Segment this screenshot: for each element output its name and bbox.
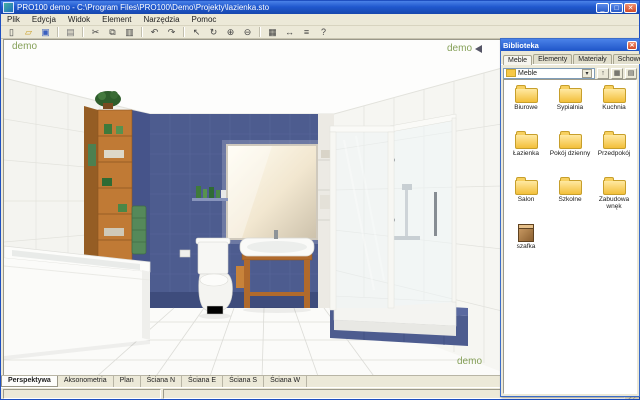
library-title: Biblioteka [503,41,627,50]
tab-sciana-e[interactable]: Ściana E [182,376,223,387]
dropdown-value: Meble [518,70,580,77]
library-folder-salon[interactable]: Salon [504,176,548,222]
folder-icon [603,134,626,149]
demo-watermark: demo [12,41,37,52]
cut-icon[interactable]: ✂ [88,26,103,39]
tab-sciana-w[interactable]: Ściana W [264,376,307,387]
library-folder-zabudowa-wnek[interactable]: Zabudowa wnęk [592,176,636,222]
tab-aksonometria[interactable]: Aksonometria [58,376,114,387]
zoom-out-icon[interactable]: ⊖ [240,26,255,39]
app-icon [3,2,14,13]
new-file-icon[interactable]: ▯ [4,26,19,39]
mirror[interactable] [222,140,322,244]
menu-narzedzia[interactable]: Narzędzia [138,15,186,24]
grid-icon[interactable]: ▦ [265,26,280,39]
copy-icon[interactable]: ⧉ [105,26,120,39]
save-file-icon[interactable]: ▣ [38,26,53,39]
library-folder-przedpokoj[interactable]: Przedpokój [592,130,636,176]
view-large-icons-button[interactable]: ▦ [611,68,623,79]
library-title-bar[interactable]: Biblioteka ✕ [501,39,639,51]
folder-icon [515,180,538,195]
menu-edycja[interactable]: Edycja [26,15,62,24]
tab-perspektywa[interactable]: Perspektywa [1,376,58,387]
dimensions-icon[interactable]: ↔ [282,26,297,39]
towel-rail[interactable] [132,206,146,254]
library-close-button[interactable]: ✕ [627,41,637,50]
menu-bar: Plik Edycja Widok Element Narzędzia Pomo… [1,14,639,26]
folder-icon [515,88,538,103]
library-item-szafka[interactable]: szafka [504,222,548,268]
tab-sciana-n[interactable]: Ściana N [141,376,182,387]
folder-icon [515,134,538,149]
title-bar: PRO100 demo - C:\Program Files\PRO100\De… [1,1,639,14]
cabinet-icon [518,224,534,242]
folder-icon [506,69,516,77]
minimize-button[interactable]: _ [596,3,609,13]
library-tab-elementy[interactable]: Elementy [533,54,572,64]
folder-icon [559,134,582,149]
demo-watermark: demo [447,43,472,54]
menu-widok[interactable]: Widok [62,15,96,24]
toolbar-separator [57,27,59,37]
select-pointer-icon[interactable]: ↖ [189,26,204,39]
undo-icon[interactable]: ↶ [147,26,162,39]
close-button[interactable]: ✕ [624,3,637,13]
maximize-button[interactable]: □ [610,3,623,13]
window-title: PRO100 demo - C:\Program Files\PRO100\De… [17,3,595,12]
tab-plan[interactable]: Plan [114,376,141,387]
tab-sciana-s[interactable]: Ściana S [223,376,264,387]
view-list-button[interactable]: ▤ [625,68,637,79]
toolbar-separator [183,27,185,37]
demo-watermark: demo [457,356,482,367]
toolbar-separator [141,27,143,37]
library-folder-sypialnia[interactable]: Sypialnia [548,84,592,130]
library-folder-biurowe[interactable]: Biurowe [504,84,548,130]
library-tab-bar: Meble Elementy Materiały Schowek [501,51,639,64]
library-window[interactable]: Biblioteka ✕ Meble Elementy Materiały Sc… [500,38,640,397]
shower-cabin[interactable] [330,114,468,346]
folder-icon [603,180,626,195]
library-tab-materialy[interactable]: Materiały [573,54,611,64]
rotate-icon[interactable]: ↻ [206,26,221,39]
folder-icon [603,88,626,103]
folder-icon [559,180,582,195]
folder-icon [559,88,582,103]
library-content: Biurowe Sypialnia Kuchnia Łazienka Pokój… [503,79,637,394]
chevron-down-icon[interactable]: ▾ [582,69,592,78]
menu-pomoc[interactable]: Pomoc [186,15,223,24]
library-tab-meble[interactable]: Meble [503,55,532,65]
toolbar-separator [259,27,261,37]
zoom-in-icon[interactable]: ⊕ [223,26,238,39]
bathtub[interactable] [4,246,150,360]
toolbar-separator [82,27,84,37]
open-file-icon[interactable]: ▱ [21,26,36,39]
library-folder-szkolne[interactable]: Szkolne [548,176,592,222]
library-tab-schowek[interactable]: Schowek [613,54,640,64]
library-folder-lazienka[interactable]: Łazienka [504,130,548,176]
toilet-paper-holder[interactable] [180,250,190,257]
folder-up-button[interactable]: ↑ [597,68,609,79]
help-icon[interactable]: ? [316,26,331,39]
menu-element[interactable]: Element [96,15,137,24]
print-icon[interactable]: ▤ [63,26,78,39]
menu-plik[interactable]: Plik [1,15,26,24]
paste-icon[interactable]: ▥ [122,26,137,39]
report-icon[interactable]: ≡ [299,26,314,39]
library-folder-kuchnia[interactable]: Kuchnia [592,84,636,130]
cursor-icon [475,45,482,53]
status-section [3,389,161,399]
redo-icon[interactable]: ↷ [164,26,179,39]
library-folder-pokoj-dzienny[interactable]: Pokój dzienny [548,130,592,176]
library-path-dropdown[interactable]: Meble ▾ [503,68,595,79]
